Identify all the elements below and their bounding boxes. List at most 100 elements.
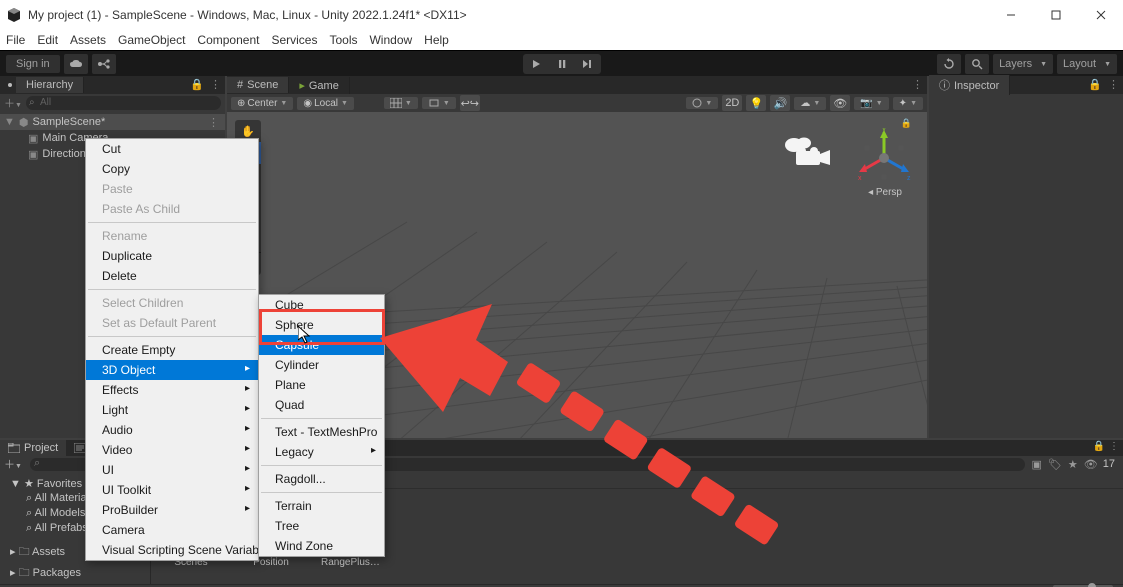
axis-gizmo[interactable]: y x z (853, 128, 915, 183)
hierarchy-options-menu-icon[interactable]: ⋮ (210, 78, 221, 91)
tab-inspector[interactable]: ⓘInspector (929, 75, 1010, 95)
tab-game[interactable]: ▸Game (289, 77, 350, 94)
draw-mode-dropdown[interactable]: ▼ (686, 97, 718, 109)
tab-scene[interactable]: #Scene (227, 77, 289, 93)
context-menu-item[interactable]: UI Toolkit (86, 480, 258, 500)
signin-button[interactable]: Sign in (6, 55, 60, 73)
unity-logo-icon (6, 7, 22, 23)
snap-increment-dropdown[interactable]: ▼ (422, 97, 456, 109)
context-menu-item[interactable]: Light (86, 400, 258, 420)
context-menu-item: Set as Default Parent (86, 313, 258, 333)
layout-dropdown[interactable]: Layout▼ (1057, 54, 1117, 74)
context-menu-item: Rename (86, 226, 258, 246)
context-menu-item[interactable]: Cut (86, 139, 258, 159)
audio-toggle[interactable]: 🔊 (770, 95, 790, 111)
step-button[interactable] (575, 54, 601, 74)
tab-project[interactable]: Project (0, 440, 66, 456)
menu-edit[interactable]: Edit (37, 33, 58, 47)
menu-window[interactable]: Window (369, 33, 412, 47)
context-menu-item[interactable]: Copy (86, 159, 258, 179)
menu-tools[interactable]: Tools (329, 33, 357, 47)
global-search-button[interactable] (965, 54, 989, 74)
pause-button[interactable] (549, 54, 575, 74)
hierarchy-create-button[interactable]: ＋▼ (4, 95, 22, 111)
filter-by-label-icon[interactable]: 🏷 (1048, 458, 1062, 471)
scene-camera-dropdown[interactable]: 📷▼ (854, 97, 888, 110)
window-maximize-button[interactable] (1033, 0, 1078, 30)
context-menu-item[interactable]: Terrain (259, 496, 384, 516)
2d-toggle[interactable]: 2D (722, 95, 742, 111)
context-menu-item[interactable]: Capsule (259, 335, 384, 355)
menu-component[interactable]: Component (197, 33, 259, 47)
play-button[interactable] (523, 54, 549, 74)
version-control-button[interactable] (92, 54, 116, 74)
context-menu-item[interactable]: Ragdoll... (259, 469, 384, 489)
context-menu-item[interactable]: Cube (259, 295, 384, 315)
svg-text:x: x (858, 175, 862, 182)
main-menubar: File Edit Assets GameObject Component Se… (0, 30, 1123, 50)
context-menu-item[interactable]: UI (86, 460, 258, 480)
context-menu-item[interactable]: Effects (86, 380, 258, 400)
camera-icon: ▣ (28, 132, 38, 145)
scene-options-menu-icon[interactable]: ⋮ (208, 116, 219, 129)
inspector-panel: ⓘInspector 🔒 ⋮ (929, 76, 1123, 438)
window-close-button[interactable] (1078, 0, 1123, 30)
layers-dropdown[interactable]: Layers▼ (993, 54, 1053, 74)
menu-gameobject[interactable]: GameObject (118, 33, 185, 47)
inspector-options-menu-icon[interactable]: ⋮ (1108, 78, 1119, 91)
filter-by-type-icon[interactable]: ▣ (1032, 458, 1042, 471)
projection-label[interactable]: ◂ Persp (868, 187, 902, 198)
undo-history-button[interactable] (937, 54, 961, 74)
project-options-menu-icon[interactable]: ⋮ (1109, 441, 1119, 452)
menu-help[interactable]: Help (424, 33, 449, 47)
svg-text:y: y (882, 128, 886, 133)
main-toolbar: Sign in Layers▼ Layout▼ (0, 50, 1123, 77)
context-menu-item[interactable]: Text - TextMeshPro (259, 422, 384, 442)
hierarchy-search-input[interactable]: All (26, 96, 221, 110)
context-menu-item[interactable]: Create Empty (86, 340, 258, 360)
hidden-packages-icon[interactable]: 👁 (1084, 458, 1098, 471)
fx-toggle[interactable]: ☁▼ (794, 97, 826, 110)
hierarchy-scene-row[interactable]: ▼ ⬢ SampleScene* ⋮ (0, 114, 225, 130)
cloud-button[interactable] (64, 54, 88, 74)
expand-icon[interactable]: ▼ (4, 116, 15, 128)
tab-hierarchy[interactable]: Hierarchy (16, 77, 84, 93)
context-menu-item[interactable]: Audio (86, 420, 258, 440)
project-create-button[interactable]: ＋▼ (4, 456, 22, 472)
tree-packages[interactable]: ▸ 🗀 Packages (0, 563, 150, 584)
scene-options-menu-icon[interactable]: ⋮ (912, 78, 923, 91)
inspector-lock-icon[interactable]: 🔒 (1088, 78, 1102, 91)
window-minimize-button[interactable] (988, 0, 1033, 30)
context-menu-item[interactable]: Tree (259, 516, 384, 536)
context-menu-item[interactable]: Plane (259, 375, 384, 395)
project-lock-icon[interactable]: 🔒 (1093, 441, 1105, 452)
context-menu-item[interactable]: Visual Scripting Scene Variables (86, 540, 258, 560)
gizmos-dropdown[interactable]: ✦▼ (893, 97, 923, 110)
hierarchy-context-menu: CutCopyPastePaste As ChildRenameDuplicat… (85, 138, 259, 561)
favorite-filter-icon[interactable]: ★ (1068, 458, 1078, 471)
scene-toolbar: ⊕Center▼ ◉Local▼ ▼ ▼ ↩↪ ▼ 2D 💡 🔊 ☁▼ 👁 📷▼… (227, 94, 927, 112)
snap-toggle[interactable]: ↩↪ (460, 95, 480, 111)
handle-rotation-dropdown[interactable]: ◉Local▼ (297, 97, 354, 110)
context-menu-item[interactable]: Wind Zone (259, 536, 384, 556)
hierarchy-options-lock-icon[interactable]: 🔒 (190, 78, 204, 91)
context-menu-item[interactable]: Delete (86, 266, 258, 286)
menu-services[interactable]: Services (271, 33, 317, 47)
context-menu-item[interactable]: Quad (259, 395, 384, 415)
context-menu-item[interactable]: ProBuilder (86, 500, 258, 520)
pivot-mode-dropdown[interactable]: ⊕Center▼ (231, 97, 293, 110)
context-menu-item[interactable]: Legacy (259, 442, 384, 462)
scene-visibility-toggle[interactable]: 👁 (830, 95, 850, 111)
lighting-toggle[interactable]: 💡 (746, 95, 766, 111)
hierarchy-tabbar: Hierarchy 🔒 ⋮ (0, 76, 225, 94)
grid-snap-dropdown[interactable]: ▼ (384, 97, 418, 109)
play-controls (523, 54, 601, 74)
menu-file[interactable]: File (6, 33, 25, 47)
context-menu-item[interactable]: Duplicate (86, 246, 258, 266)
context-menu-item[interactable]: Cylinder (259, 355, 384, 375)
menu-assets[interactable]: Assets (70, 33, 106, 47)
context-menu-item[interactable]: 3D Object (86, 360, 258, 380)
context-menu-item[interactable]: Video (86, 440, 258, 460)
context-menu-item[interactable]: Sphere (259, 315, 384, 335)
context-menu-item[interactable]: Camera (86, 520, 258, 540)
